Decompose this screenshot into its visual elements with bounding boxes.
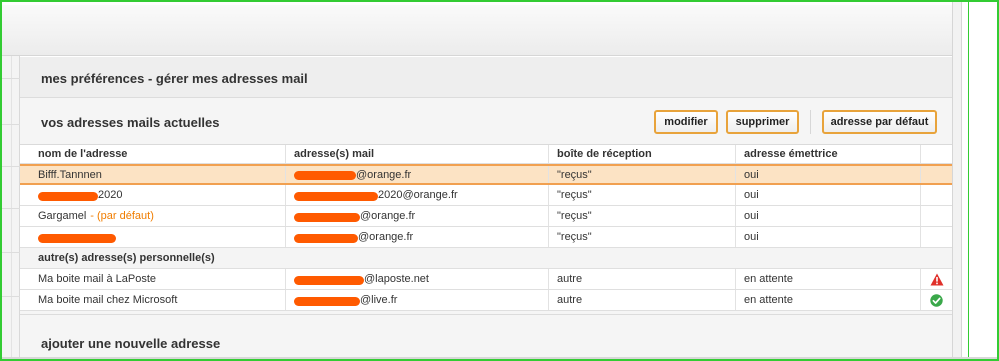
- add-address-title: ajouter une nouvelle adresse: [41, 336, 221, 351]
- table-row[interactable]: Ma boite mail chez Microsoft @live.fr au…: [20, 290, 952, 311]
- redaction-mark: [294, 171, 356, 180]
- sender-value: en attente: [736, 290, 921, 310]
- table-row[interactable]: Bifff.Tannnen @orange.fr "reçus" oui: [20, 164, 952, 185]
- table-header-row: nom de l'adresse adresse(s) mail boîte d…: [20, 144, 952, 164]
- column-header-status: [921, 145, 952, 163]
- warning-icon[interactable]: [930, 273, 944, 286]
- address-mail: @orange.fr: [286, 227, 549, 247]
- modify-button[interactable]: modifier: [654, 110, 718, 134]
- check-circle-icon[interactable]: [930, 293, 944, 307]
- address-mail: @orange.fr: [286, 166, 549, 183]
- redaction-mark: [294, 275, 364, 285]
- address-name: [30, 227, 286, 247]
- address-mail: @orange.fr: [286, 206, 549, 226]
- inbox-value: "reçus": [549, 185, 736, 205]
- section-title: vos adresses mails actuelles: [41, 115, 220, 130]
- set-default-button[interactable]: adresse par défaut: [822, 110, 937, 134]
- preferences-panel: mes préférences - gérer mes adresses mai…: [20, 57, 952, 357]
- sender-value: oui: [736, 166, 921, 183]
- address-mail: 2020@orange.fr: [286, 185, 549, 205]
- sender-value: oui: [736, 206, 921, 226]
- address-name: Ma boite mail chez Microsoft: [30, 290, 286, 310]
- table-row[interactable]: Ma boite mail à LaPoste @laposte.net aut…: [20, 269, 952, 290]
- delete-button[interactable]: supprimer: [726, 110, 799, 134]
- inbox-value: "reçus": [549, 206, 736, 226]
- scrollbar[interactable]: [952, 0, 962, 359]
- redaction-mark: [294, 191, 378, 201]
- sender-value: oui: [736, 227, 921, 247]
- sender-value: en attente: [736, 269, 921, 289]
- toolbar-divider: [810, 110, 811, 134]
- page-title: mes préférences - gérer mes adresses mai…: [41, 71, 308, 86]
- bottom-strip: [2, 357, 997, 359]
- status-cell: [921, 269, 952, 289]
- inbox-value: "reçus": [549, 227, 736, 247]
- redaction-mark: [38, 191, 98, 201]
- page-header: mes préférences - gérer mes adresses mai…: [20, 57, 952, 98]
- column-header-mail[interactable]: adresse(s) mail: [286, 145, 549, 163]
- address-name: Bifff.Tannnen: [30, 166, 286, 183]
- group-header-row: autre(s) adresse(s) personnelle(s): [20, 248, 952, 269]
- column-header-inbox[interactable]: boîte de réception: [549, 145, 736, 163]
- addresses-table: nom de l'adresse adresse(s) mail boîte d…: [20, 144, 952, 311]
- right-column: [962, 2, 997, 359]
- column-header-sender[interactable]: adresse émettrice: [736, 145, 921, 163]
- address-mail: @laposte.net: [286, 269, 549, 289]
- redaction-mark: [294, 296, 360, 306]
- redaction-mark: [294, 212, 360, 222]
- inbox-value: "reçus": [549, 166, 736, 183]
- default-badge: - (par défaut): [90, 210, 154, 222]
- redaction-mark: [38, 233, 116, 243]
- status-cell: [921, 290, 952, 310]
- left-gutter: [2, 56, 20, 359]
- section-divider: [20, 314, 952, 315]
- top-band: [2, 5, 952, 56]
- address-name: Gargamel - (par défaut): [30, 206, 286, 226]
- table-row[interactable]: @orange.fr "reçus" oui: [20, 227, 952, 248]
- address-name: 2020: [30, 185, 286, 205]
- redaction-mark: [294, 233, 358, 243]
- column-header-name[interactable]: nom de l'adresse: [30, 145, 286, 163]
- sender-value: oui: [736, 185, 921, 205]
- table-row[interactable]: 2020 2020@orange.fr "reçus" oui: [20, 185, 952, 206]
- table-row[interactable]: Gargamel - (par défaut) @orange.fr "reçus…: [20, 206, 952, 227]
- address-mail: @live.fr: [286, 290, 549, 310]
- inbox-value: autre: [549, 290, 736, 310]
- group-label: autre(s) adresse(s) personnelle(s): [38, 252, 215, 264]
- address-name: Ma boite mail à LaPoste: [30, 269, 286, 289]
- inbox-value: autre: [549, 269, 736, 289]
